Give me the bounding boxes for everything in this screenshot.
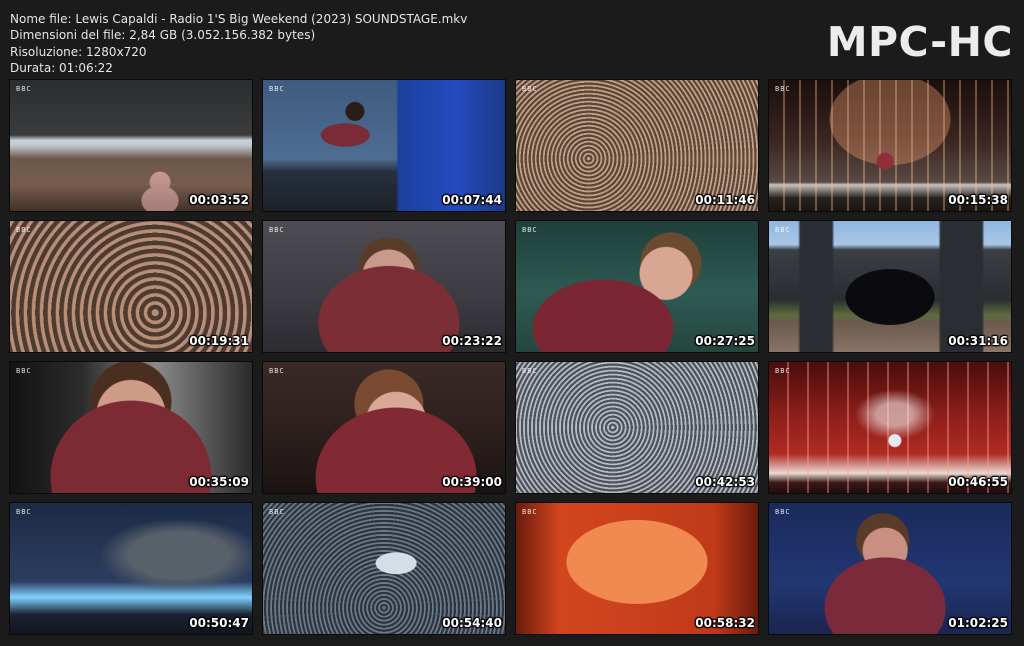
thumbnail-grid: BBC 00:03:52 BBC 00:07:44 BBC 00:11:46 BBC 00:1…	[10, 80, 1011, 634]
thumbnail-image	[10, 80, 252, 211]
channel-logo: BBC	[269, 226, 285, 234]
channel-logo: BBC	[775, 85, 791, 93]
channel-logo: BBC	[775, 508, 791, 516]
thumbnail-image	[769, 362, 1011, 493]
channel-logo: BBC	[775, 226, 791, 234]
thumbnail: BBC 00:15:38	[769, 80, 1011, 211]
channel-logo: BBC	[16, 85, 32, 93]
thumbnail: BBC 01:02:25	[769, 503, 1011, 634]
channel-logo: BBC	[775, 367, 791, 375]
file-size-line: Dimensioni del file: 2,84 GB (3.052.156.…	[10, 28, 316, 43]
thumbnail-image	[10, 221, 252, 352]
file-info: Nome file: Lewis Capaldi - Radio 1'S Big…	[10, 11, 467, 76]
thumbnail-image	[263, 221, 505, 352]
channel-logo: BBC	[269, 508, 285, 516]
timestamp-label: 00:11:46	[695, 193, 755, 207]
thumbnail-image	[516, 80, 758, 211]
thumbnail: BBC 00:35:09	[10, 362, 252, 493]
thumbnail-image	[10, 362, 252, 493]
thumbnail: BBC 00:03:52	[10, 80, 252, 211]
timestamp-label: 00:03:52	[189, 193, 249, 207]
thumbnail-image	[516, 503, 758, 634]
thumbnail: BBC 00:42:53	[516, 362, 758, 493]
timestamp-label: 00:39:00	[442, 475, 502, 489]
timestamp-label: 00:46:55	[948, 475, 1008, 489]
timestamp-label: 00:54:40	[442, 616, 502, 630]
channel-logo: BBC	[522, 367, 538, 375]
file-name-line: Nome file: Lewis Capaldi - Radio 1'S Big…	[10, 12, 468, 26]
thumbnail-image	[769, 80, 1011, 211]
thumbnail-image	[263, 80, 505, 211]
channel-logo: BBC	[16, 226, 32, 234]
thumbnail: BBC 00:46:55	[769, 362, 1011, 493]
thumbnail-image	[769, 221, 1011, 352]
thumbnail-image	[263, 503, 505, 634]
thumbnail: BBC 00:27:25	[516, 221, 758, 352]
timestamp-label: 00:58:32	[695, 616, 755, 630]
timestamp-label: 00:15:38	[948, 193, 1008, 207]
channel-logo: BBC	[269, 367, 285, 375]
thumbnail: BBC 00:23:22	[263, 221, 505, 352]
thumbnail: BBC 00:54:40	[263, 503, 505, 634]
channel-logo: BBC	[522, 508, 538, 516]
channel-logo: BBC	[269, 85, 285, 93]
channel-logo: BBC	[16, 367, 32, 375]
thumbnail: BBC 00:19:31	[10, 221, 252, 352]
duration-line: Durata: 01:06:22	[10, 60, 113, 75]
resolution-line: Risoluzione: 1280x720	[10, 44, 147, 59]
thumbnail-image	[516, 221, 758, 352]
timestamp-label: 00:42:53	[695, 475, 755, 489]
timestamp-label: 00:27:25	[695, 334, 755, 348]
thumbnail: BBC 00:50:47	[10, 503, 252, 634]
thumbnail: BBC 00:39:00	[263, 362, 505, 493]
thumbnail: BBC 00:11:46	[516, 80, 758, 211]
timestamp-label: 00:19:31	[189, 334, 249, 348]
channel-logo: BBC	[522, 226, 538, 234]
thumbnail: BBC 00:58:32	[516, 503, 758, 634]
timestamp-label: 00:07:44	[442, 193, 502, 207]
thumbnail-image	[516, 362, 758, 493]
channel-logo: BBC	[16, 508, 32, 516]
timestamp-label: 00:23:22	[442, 334, 502, 348]
timestamp-label: 01:02:25	[948, 616, 1008, 630]
timestamp-label: 00:31:16	[948, 334, 1008, 348]
thumbnail: BBC 00:07:44	[263, 80, 505, 211]
thumbnail-image	[263, 362, 505, 493]
app-brand-logo: MPC-HC	[826, 18, 1013, 66]
channel-logo: BBC	[522, 85, 538, 93]
timestamp-label: 00:50:47	[189, 616, 249, 630]
thumbnail: BBC 00:31:16	[769, 221, 1011, 352]
thumbnail-image	[10, 503, 252, 634]
timestamp-label: 00:35:09	[189, 475, 249, 489]
thumbnail-image	[769, 503, 1011, 634]
